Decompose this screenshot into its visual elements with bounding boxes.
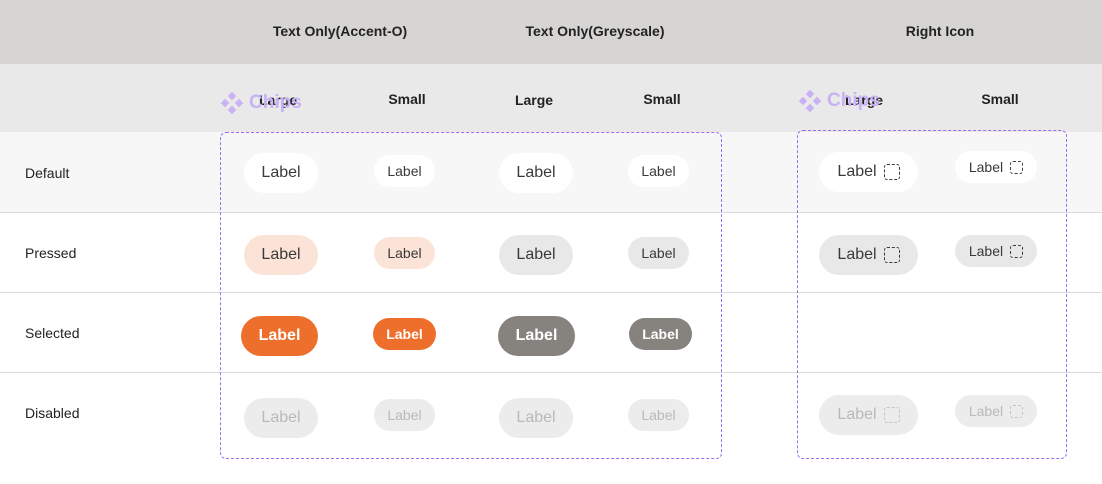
row-label-default: Default	[25, 165, 70, 181]
size-header-small: Small	[388, 91, 426, 107]
chip-icon-small-pressed[interactable]: Label	[955, 235, 1037, 267]
chip-grey-small-default[interactable]: Label	[628, 155, 689, 187]
dashed-square-icon	[883, 247, 900, 263]
chip-label: Label	[516, 409, 556, 426]
chip-accent-large-pressed[interactable]: Label	[244, 235, 318, 275]
chip-icon-small-disabled: Label	[955, 395, 1037, 427]
chip-icon-large-pressed[interactable]: Label	[819, 235, 918, 275]
frame-tag-label: Chips	[249, 92, 302, 113]
chip-label: Label	[968, 243, 1004, 259]
chip-label: Label	[641, 407, 676, 423]
chip-label: Label	[837, 406, 877, 423]
chip-label: Label	[516, 164, 556, 181]
chip-grey-small-disabled: Label	[628, 399, 689, 431]
chip-label: Label	[258, 327, 301, 344]
chip-grey-large-disabled: Label	[499, 398, 573, 438]
chip-icon-large-default[interactable]: Label	[819, 152, 918, 192]
frame-tag: Chips	[799, 90, 880, 112]
chip-accent-small-disabled: Label	[374, 399, 435, 431]
chip-label: Label	[387, 163, 422, 179]
chip-icon-small-default[interactable]: Label	[955, 151, 1037, 183]
row-label-disabled: Disabled	[25, 405, 80, 421]
chip-label: Label	[968, 159, 1004, 175]
chip-label: Label	[516, 246, 556, 263]
chip-label: Label	[968, 403, 1004, 419]
chip-grey-large-default[interactable]: Label	[499, 153, 573, 193]
frame-tag: Chips	[221, 92, 302, 114]
chip-label: Label	[386, 326, 423, 342]
chip-grey-large-selected[interactable]: Label	[498, 316, 575, 356]
row-label-pressed: Pressed	[25, 245, 77, 261]
chip-label: Label	[837, 163, 877, 180]
dashed-square-icon	[1010, 160, 1024, 174]
frame-tag-label: Chips	[827, 90, 880, 111]
size-header-large: Large	[514, 92, 554, 108]
row-label-selected: Selected	[25, 325, 80, 341]
chip-label: Label	[261, 409, 301, 426]
dashed-square-icon	[1010, 244, 1024, 258]
chip-label: Label	[261, 164, 301, 181]
size-header-small: Small	[981, 91, 1019, 107]
chip-label: Label	[641, 163, 676, 179]
size-header-small: Small	[643, 91, 681, 107]
dashed-square-icon	[1010, 404, 1024, 418]
chip-label: Label	[837, 246, 877, 263]
chip-grey-small-pressed[interactable]: Label	[628, 237, 689, 269]
column-header-right-icon: Right Icon	[905, 23, 975, 39]
chip-icon-large-disabled: Label	[819, 395, 918, 435]
chip-label: Label	[387, 407, 422, 423]
component-diamond-icon	[799, 90, 821, 112]
chip-accent-large-disabled: Label	[244, 398, 318, 438]
dashed-square-icon	[883, 407, 900, 423]
chip-grey-large-pressed[interactable]: Label	[499, 235, 573, 275]
dashed-square-icon	[883, 164, 900, 180]
chip-accent-small-pressed[interactable]: Label	[374, 237, 435, 269]
chip-accent-small-default[interactable]: Label	[374, 155, 435, 187]
column-header-greyscale: Text Only(Greyscale)	[525, 23, 665, 39]
chip-grey-small-selected[interactable]: Label	[629, 318, 692, 350]
chip-label: Label	[387, 245, 422, 261]
column-header-accent: Text Only(Accent-O)	[272, 23, 408, 39]
chip-accent-large-selected[interactable]: Label	[241, 316, 318, 356]
chip-accent-small-selected[interactable]: Label	[373, 318, 436, 350]
chip-label: Label	[515, 327, 558, 344]
chip-label: Label	[261, 246, 301, 263]
chip-label: Label	[642, 326, 679, 342]
component-diamond-icon	[221, 92, 243, 114]
chip-label: Label	[641, 245, 676, 261]
chip-accent-large-default[interactable]: Label	[244, 153, 318, 193]
